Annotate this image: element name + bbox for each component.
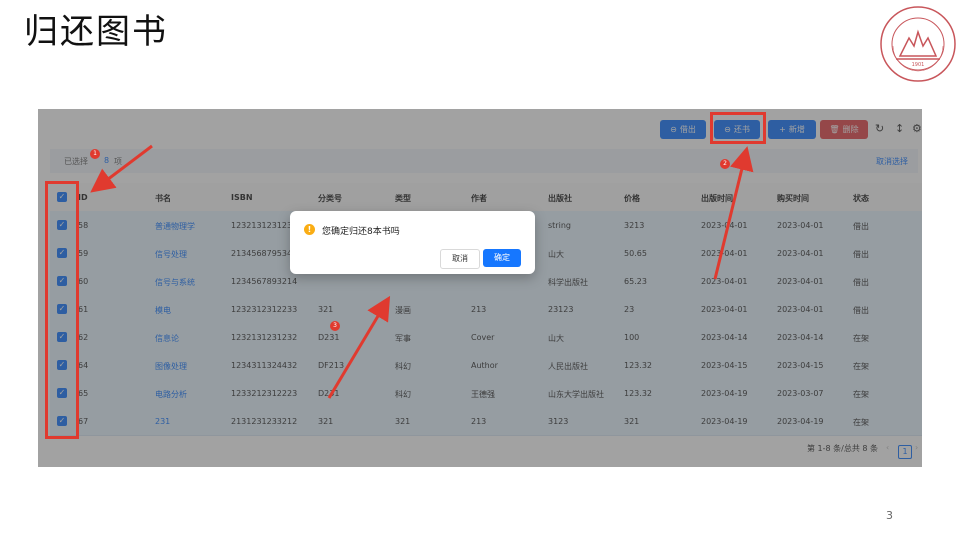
svg-text:1901: 1901 xyxy=(912,62,925,68)
arrow-step-2 xyxy=(713,146,754,280)
checkbox-column-highlight xyxy=(45,181,79,439)
slide-title: 归还图书 xyxy=(24,12,168,52)
return-button-highlight xyxy=(710,112,766,144)
arrow-step-3 xyxy=(327,295,391,399)
step-badge-3: 3 xyxy=(330,321,340,331)
step-badge-2: 2 xyxy=(720,159,730,169)
page-number: 3 xyxy=(886,509,893,522)
annotation-arrows xyxy=(90,144,754,399)
step-badge-1: 1 xyxy=(90,149,100,159)
arrow-step-1 xyxy=(90,144,153,193)
university-logo: 1901 xyxy=(880,6,956,82)
app-screenshot: ⊖ 借出 ⊖ 还书 + 新增 🗑 删除 ↻ ↕ ⚙ 已选择 8 项 取消选择 ✓… xyxy=(38,109,922,467)
